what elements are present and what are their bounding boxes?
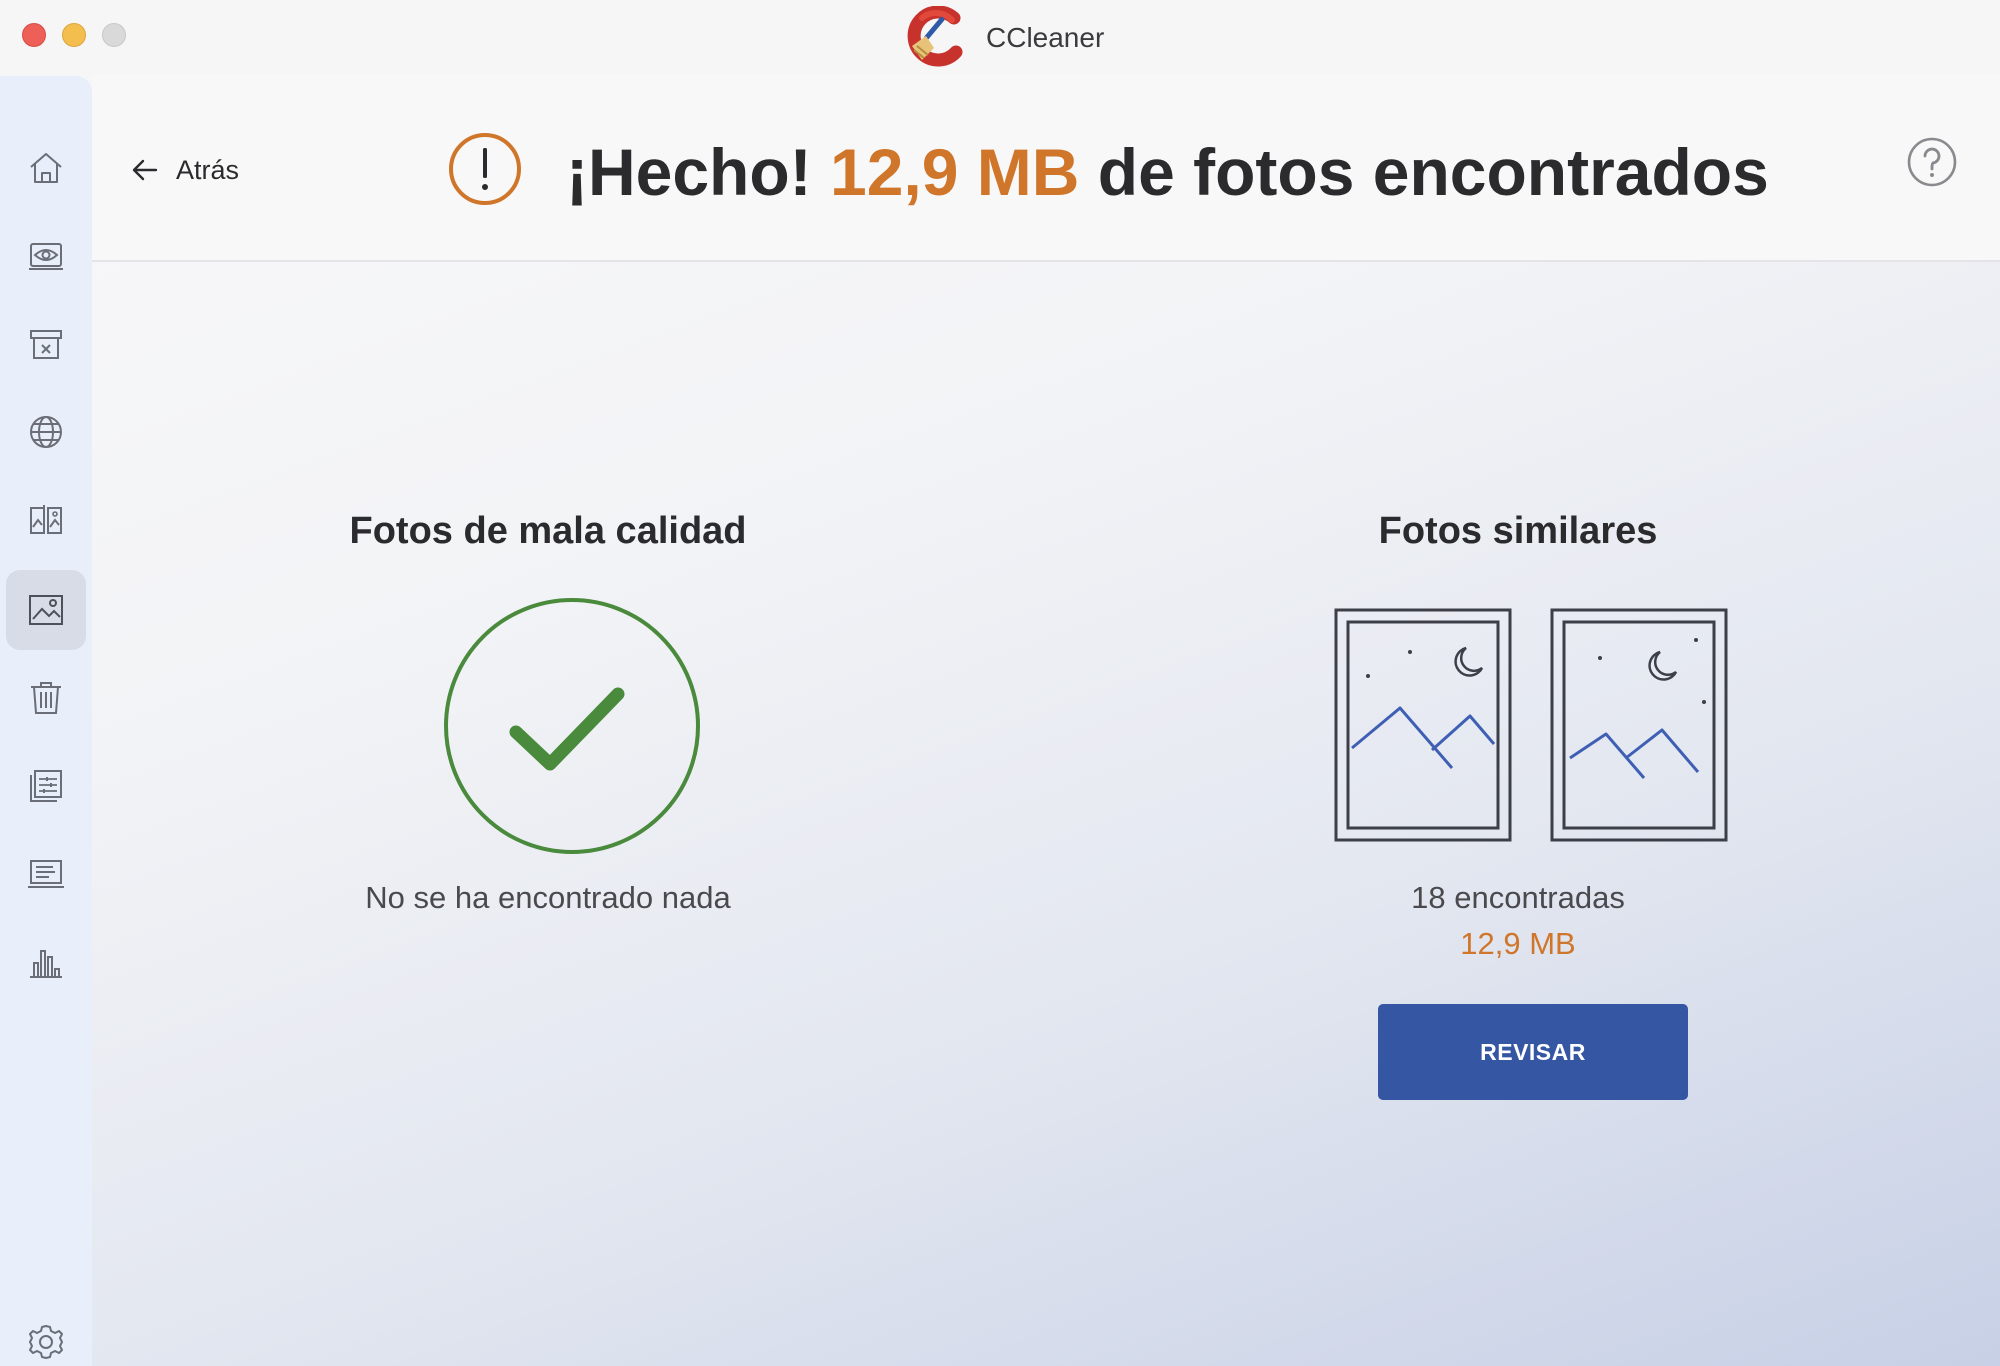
sidebar-item-software-updater[interactable] — [6, 834, 86, 914]
app-title: CCleaner — [986, 22, 1105, 53]
sidebar-item-duplicate-finder[interactable] — [6, 480, 86, 560]
sidebar — [0, 76, 92, 1366]
sidebar-item-cleaner[interactable] — [6, 304, 86, 384]
arrow-left-icon — [132, 159, 158, 181]
bad-photos-title: Fotos de mala calidad — [349, 510, 747, 552]
trash-icon — [31, 682, 61, 714]
sidebar-item-startup-manager[interactable] — [6, 746, 86, 826]
minimize-window-button[interactable] — [62, 23, 86, 47]
alert-icon — [449, 133, 521, 205]
help-icon[interactable] — [1906, 136, 1958, 188]
home-icon — [30, 153, 62, 183]
disk-analyzer-icon — [30, 950, 62, 978]
startup-manager-icon — [30, 770, 62, 802]
close-window-button[interactable] — [22, 23, 46, 47]
back-label: Atrás — [176, 154, 240, 185]
review-button[interactable]: REVISAR — [1378, 1004, 1688, 1100]
software-updater-icon — [28, 860, 64, 888]
main-content: Atrás ¡Hecho! 12,9 MB de fotos encontrad… — [92, 74, 2000, 1366]
headline-amount: 12,9 MB — [830, 135, 1080, 209]
app-window: CCleaner Atrás ¡Hecho! 12,9 MB de fotos … — [0, 0, 2000, 1366]
similar-photos-count: 18 encontradas — [1411, 880, 1625, 915]
headline-suffix: de fotos encontrados — [1079, 135, 1769, 209]
checkmark-circle-icon — [444, 598, 700, 854]
bad-photos-status: No se ha encontrado nada — [365, 880, 731, 915]
ccleaner-logo-icon — [907, 6, 963, 67]
similar-photos-icon — [1334, 608, 1728, 842]
browser-icon — [30, 416, 62, 448]
title-bar: CCleaner — [0, 0, 2000, 74]
page-header: Atrás ¡Hecho! 12,9 MB de fotos encontrad… — [92, 74, 2000, 262]
sidebar-item-photos[interactable] — [6, 570, 86, 650]
sidebar-item-trash[interactable] — [6, 658, 86, 738]
sidebar-item-browser[interactable] — [6, 392, 86, 472]
headline-prefix: ¡Hecho! — [566, 135, 830, 209]
sidebar-item-disk-analyzer[interactable] — [6, 922, 86, 1002]
settings-icon — [29, 1325, 63, 1359]
similar-photos-size: 12,9 MB — [1460, 926, 1576, 961]
sidebar-item-settings[interactable] — [6, 1302, 86, 1366]
zoom-window-button[interactable] — [102, 23, 126, 47]
sidebar-item-home[interactable] — [6, 128, 86, 208]
health-check-icon — [29, 243, 63, 270]
duplicate-finder-icon — [30, 505, 62, 535]
similar-photos-title: Fotos similares — [1378, 510, 1658, 552]
page-title: ¡Hecho! 12,9 MB de fotos encontrados — [566, 132, 1769, 212]
back-button[interactable]: Atrás — [130, 150, 239, 190]
cleaner-icon — [30, 330, 62, 359]
photo-icon — [29, 595, 63, 625]
sidebar-item-health-check[interactable] — [6, 216, 86, 296]
